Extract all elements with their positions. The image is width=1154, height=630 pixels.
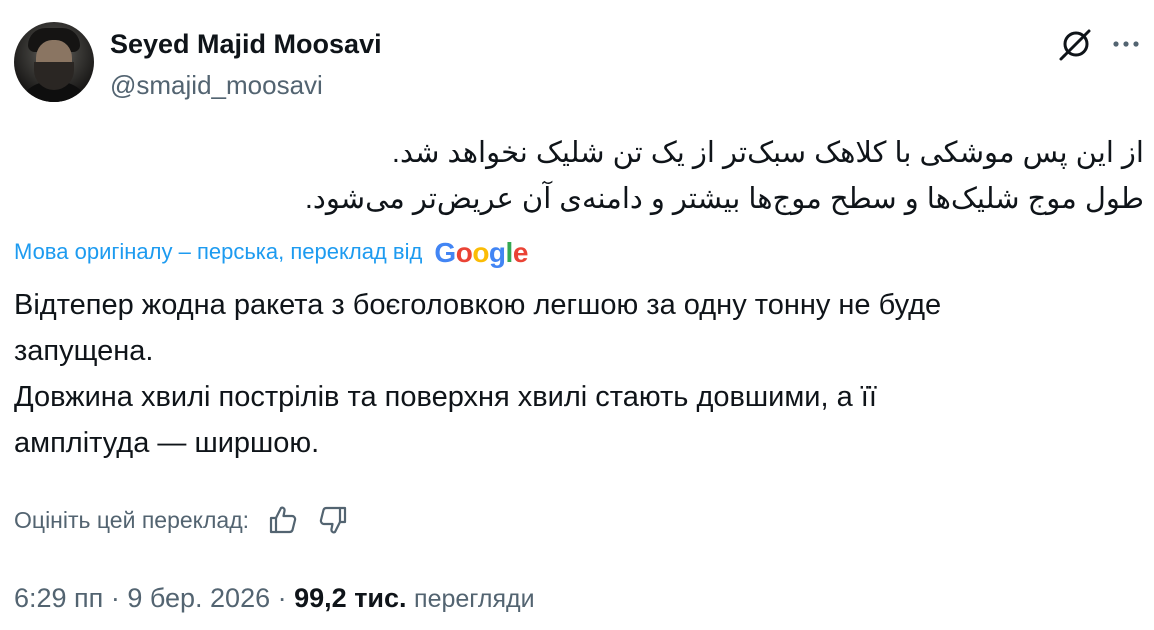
rate-translation-label: Оцініть цей переклад: — [14, 507, 250, 533]
thumbs-down-icon[interactable] — [317, 503, 351, 537]
original-text-line: از این پس موشکی با کلاهک سبک‌تر از یک تن… — [391, 137, 1144, 169]
original-tweet-text: از این پس موشکی با کلاهک سبک‌تر از یک تن… — [24, 130, 1144, 222]
original-text-line: طول موج شلیک‌ها و سطح موج‌ها بیشتر و دام… — [304, 183, 1144, 215]
meta-separator: · — [277, 583, 287, 613]
google-logo: Google — [434, 237, 528, 268]
tweet-time[interactable]: 6:29 пп — [14, 583, 103, 613]
views-label: перегляди — [414, 585, 535, 613]
tweet-meta: 6:29 пп · 9 бер. 2026 · 99,2 тис. перегл… — [14, 578, 535, 619]
tweet-header: Seyed Majid Moosavi @smajid_moosavi — [14, 22, 1144, 106]
rate-translation: Оцініть цей переклад: — [14, 502, 351, 538]
author-handle[interactable]: @smajid_moosavi — [110, 70, 323, 100]
translation-note-text: Мова оригіналу – перська, переклад від — [14, 239, 423, 264]
more-icon[interactable] — [1108, 26, 1144, 62]
meta-separator: · — [110, 583, 120, 613]
translated-text-line: амплітуда — ширшою. — [14, 427, 320, 459]
translated-text-line: Довжина хвилі пострілів та поверхня хвил… — [14, 381, 877, 413]
avatar[interactable] — [14, 22, 94, 102]
thumbs-up-icon[interactable] — [265, 503, 299, 537]
grok-icon[interactable] — [1058, 26, 1094, 62]
views-count[interactable]: 99,2 тис. — [294, 583, 406, 613]
author-display-name[interactable]: Seyed Majid Moosavi — [110, 28, 382, 60]
translated-text-line: Відтепер жодна ракета з боєголовкою легш… — [14, 289, 942, 321]
translated-tweet-text: Відтепер жодна ракета з боєголовкою легш… — [14, 282, 1124, 466]
tweet-date[interactable]: 9 бер. 2026 — [127, 583, 270, 613]
translated-text-line: запущена. — [14, 335, 154, 367]
translation-note[interactable]: Мова оригіналу – перська, переклад від G… — [14, 236, 528, 268]
